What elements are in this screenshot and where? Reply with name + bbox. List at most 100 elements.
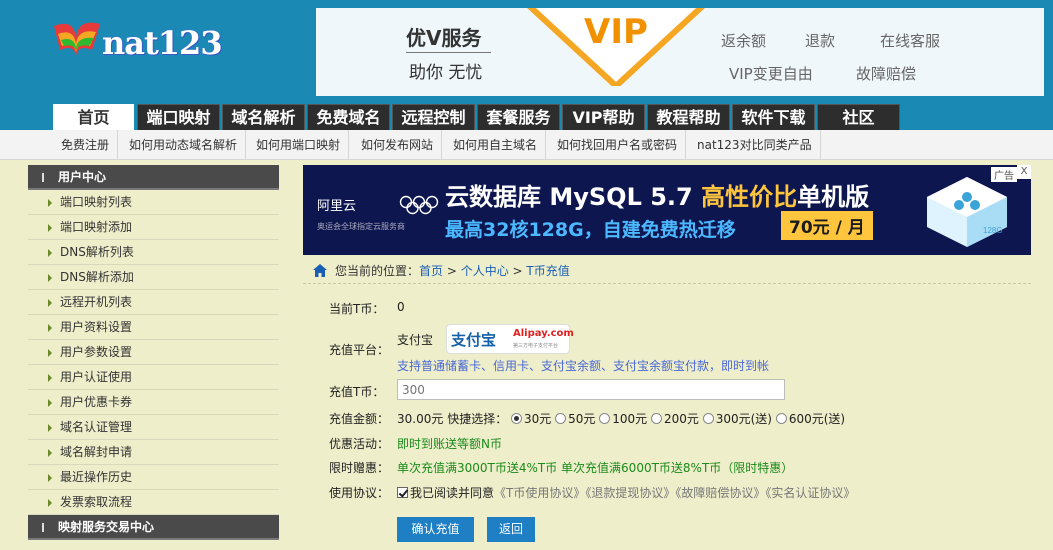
- terms-link-realname[interactable]: 《实名认证协议》: [765, 486, 855, 500]
- ad-price: 70元 / 月: [781, 211, 873, 240]
- radio-icon[interactable]: [702, 413, 714, 424]
- ad-subline: 最高32核128G，自建免费热迁移: [445, 219, 736, 241]
- sidebar-item-coupons[interactable]: 用户优惠卡券: [28, 390, 279, 415]
- sidebar-item-verification[interactable]: 用户认证使用: [28, 365, 279, 390]
- promo-value: 即时到账送等额N币: [397, 437, 502, 451]
- sidebar-section-trading-center[interactable]: 映射服务交易中心: [28, 515, 279, 540]
- quick-option-label: 300元(送): [715, 412, 772, 426]
- database-cube-icon: 128G: [927, 177, 1007, 247]
- ad-headline-post: 单机版: [797, 183, 870, 211]
- sidebar-item-invoice[interactable]: 发票索取流程: [28, 490, 279, 515]
- subnav-register[interactable]: 免费注册: [53, 130, 119, 160]
- terms-link-compensation[interactable]: 《故障赔偿协议》: [675, 486, 765, 500]
- ad-label: 广告: [991, 167, 1017, 182]
- quick-option-50[interactable]: 50元: [555, 412, 595, 426]
- quick-option-30[interactable]: 30元: [511, 412, 551, 426]
- ad-close-icon[interactable]: X: [1017, 165, 1031, 179]
- radio-icon[interactable]: [650, 413, 662, 424]
- sidebar-item-port-mapping-list[interactable]: 端口映射列表: [28, 190, 279, 215]
- limited-label: 限时赠惠：: [329, 461, 390, 475]
- subnav-recover-account[interactable]: 如何找回用户名或密码: [549, 130, 687, 160]
- ad-cube-label: 128G: [983, 226, 1003, 235]
- terms-group: 我已阅读并同意《T币使用协议》《退款提现协议》《故障赔偿协议》《实名认证协议》: [397, 484, 855, 501]
- radio-icon[interactable]: [599, 413, 611, 424]
- tab-packages[interactable]: 套餐服务: [477, 104, 560, 130]
- radio-icon[interactable]: [555, 413, 567, 424]
- sidebar: 用户中心 端口映射列表 端口映射添加 DNS解析列表 DNS解析添加 远程开机列…: [28, 165, 279, 540]
- radio-icon[interactable]: [775, 413, 787, 424]
- quick-option-300[interactable]: 300元(送): [702, 412, 772, 426]
- sidebar-item-param-settings[interactable]: 用户参数设置: [28, 340, 279, 365]
- sidebar-item-dns-add[interactable]: DNS解析添加: [28, 265, 279, 290]
- tab-port-mapping[interactable]: 端口映射: [137, 104, 220, 130]
- vip-banner-divider: [406, 52, 491, 53]
- alipay-logo[interactable]: 支付宝 Alipay.com 第三方电子支付平台: [446, 324, 574, 354]
- terms-check-label[interactable]: 我已阅读并同意: [410, 486, 494, 500]
- amount-input[interactable]: [397, 379, 785, 400]
- tab-free-domain[interactable]: 免费域名: [307, 104, 390, 130]
- balance-value: 0: [397, 300, 405, 314]
- vip-banner-title: 优V服务: [406, 26, 482, 50]
- header: nat123 优V服务 助你 无忧 VIP 返余额 退款 在线客服 VIP变更自…: [0, 0, 1053, 130]
- sidebar-item-port-mapping-add[interactable]: 端口映射添加: [28, 215, 279, 240]
- balance-label: 当前T币：: [329, 302, 385, 316]
- subnav-port-mapping-howto[interactable]: 如何用端口映射: [248, 130, 350, 160]
- breadcrumb-prefix: 您当前的位置：: [335, 264, 420, 278]
- platform-value: 支付宝: [397, 333, 434, 347]
- vip-link-refund-balance[interactable]: 返余额: [721, 30, 766, 51]
- breadcrumb-user-center[interactable]: 个人中心: [461, 264, 509, 278]
- vip-banner-subtitle: 助你 无忧: [409, 63, 483, 83]
- ad-brand-sub: 奥运会全球指定云服务商: [317, 222, 405, 231]
- terms-link-tcoin[interactable]: 《T币使用协议》: [494, 486, 585, 500]
- quick-option-200[interactable]: 200元: [650, 412, 699, 426]
- breadcrumb-home[interactable]: 首页: [419, 264, 443, 278]
- amount-label: 充值T币：: [329, 385, 385, 399]
- breadcrumb-current[interactable]: T币充值: [526, 264, 569, 278]
- tab-home[interactable]: 首页: [53, 104, 134, 130]
- ad-banner[interactable]: 阿里云 奥运会全球指定云服务商 云数据库 MySQL 5.7 高性价比单机版 最…: [303, 165, 1031, 255]
- subnav-compare-products[interactable]: nat123对比同类产品: [689, 130, 821, 160]
- terms-checkbox[interactable]: [397, 487, 408, 498]
- logo[interactable]: nat123: [46, 16, 226, 66]
- quick-option-600[interactable]: 600元(送): [775, 412, 846, 426]
- platform-note: 支持普通储蓄卡、信用卡、支付宝余额、支付宝余额宝付款，即时到帐: [397, 359, 770, 373]
- subnav-ddns-howto[interactable]: 如何用动态域名解析: [121, 130, 247, 160]
- vip-badge: VIP: [525, 8, 707, 91]
- sidebar-section-user-center[interactable]: 用户中心: [28, 165, 279, 190]
- confirm-recharge-button[interactable]: 确认充值: [397, 517, 474, 542]
- vip-link-change-freedom[interactable]: VIP变更自由: [729, 63, 813, 84]
- sidebar-item-dns-list[interactable]: DNS解析列表: [28, 240, 279, 265]
- tab-vip-help[interactable]: VIP帮助: [562, 104, 645, 130]
- breadcrumb-sep: >: [443, 264, 461, 278]
- tab-domain-resolve[interactable]: 域名解析: [222, 104, 305, 130]
- sidebar-item-profile-settings[interactable]: 用户资料设置: [28, 315, 279, 340]
- breadcrumb-sep: >: [508, 264, 527, 278]
- sidebar-item-history[interactable]: 最近操作历史: [28, 465, 279, 490]
- tab-remote-control[interactable]: 远程控制: [392, 104, 475, 130]
- quick-option-100[interactable]: 100元: [599, 412, 647, 426]
- sidebar-item-remote-boot-list[interactable]: 远程开机列表: [28, 290, 279, 315]
- tab-download[interactable]: 软件下载: [732, 104, 815, 130]
- money-value: 30.00元: [397, 412, 444, 426]
- alipay-logo-sub: 第三方电子支付平台: [513, 343, 559, 349]
- ad-brand: 阿里云: [317, 199, 357, 214]
- back-button[interactable]: 返回: [487, 517, 535, 542]
- radio-icon[interactable]: [511, 413, 523, 424]
- money-quick-group: 30.00元 快捷选择： 30元 50元 100元 200元 300元(送) 6…: [397, 410, 845, 427]
- sidebar-item-domain-verify[interactable]: 域名认证管理: [28, 415, 279, 440]
- vip-link-fault-compensation[interactable]: 故障赔偿: [856, 63, 916, 84]
- quick-option-label: 100元: [612, 412, 648, 426]
- vip-link-refund[interactable]: 退款: [805, 30, 835, 51]
- terms-link-refund[interactable]: 《退款提现协议》: [585, 486, 675, 500]
- vip-banner[interactable]: 优V服务 助你 无忧 VIP 返余额 退款 在线客服 VIP变更自由 故障赔偿: [316, 8, 1044, 96]
- sidebar-item-domain-unblock[interactable]: 域名解封申请: [28, 440, 279, 465]
- subnav-publish-site-howto[interactable]: 如何发布网站: [353, 130, 443, 160]
- vip-link-online-service[interactable]: 在线客服: [880, 30, 940, 51]
- quick-option-label: 600元(送): [788, 412, 846, 426]
- subnav-own-domain-howto[interactable]: 如何用自主域名: [445, 130, 547, 160]
- tab-community[interactable]: 社区: [817, 104, 900, 130]
- tab-tutorial[interactable]: 教程帮助: [647, 104, 730, 130]
- main-content: 您当前的位置：首页 > 个人中心 > T币充值 当前T币： 0 充值平台： 支付…: [303, 258, 1031, 550]
- olympic-rings-icon: [399, 195, 439, 215]
- home-icon: [313, 264, 327, 277]
